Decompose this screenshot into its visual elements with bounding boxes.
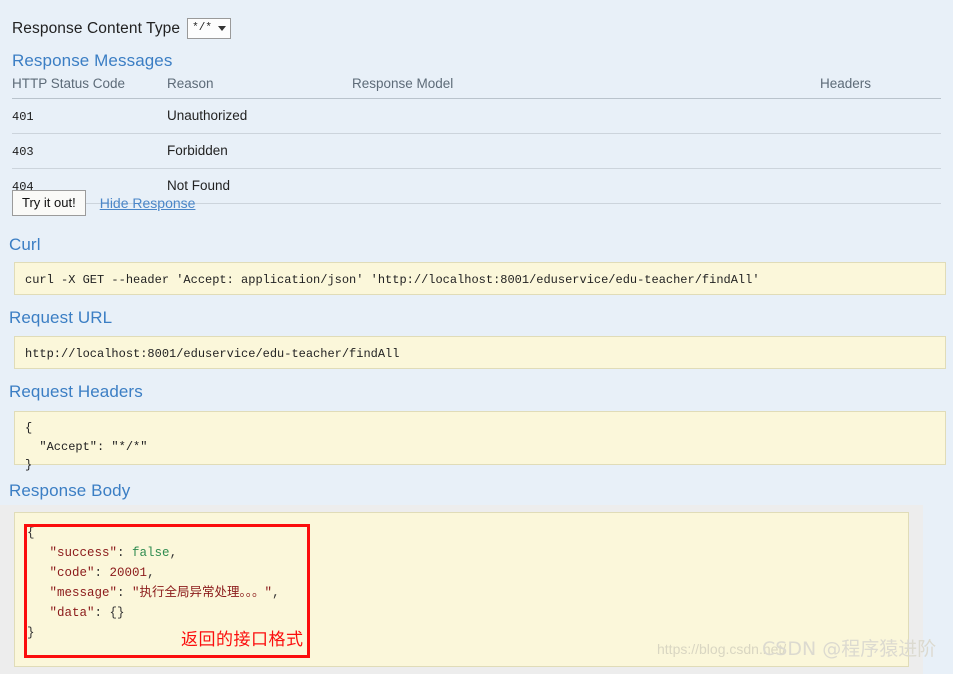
request-url-block[interactable]: http://localhost:8001/eduservice/edu-tea…: [14, 336, 946, 369]
column-header-response-model: Response Model: [352, 76, 820, 99]
cell-headers: [820, 98, 941, 134]
table-row: 403 Forbidden: [12, 133, 941, 169]
cell-reason: Forbidden: [167, 133, 352, 169]
watermark-brand: CSDN @程序猿进阶: [762, 638, 937, 660]
request-headers-heading: Request Headers: [9, 382, 143, 401]
json-open-brace: {: [27, 526, 35, 540]
column-header-status-code: HTTP Status Code: [12, 76, 167, 99]
response-content-type-label: Response Content Type: [12, 19, 181, 37]
json-value: "执行全局异常处理。。。": [132, 586, 273, 600]
json-separator: :: [94, 566, 110, 580]
json-value: 20001: [109, 566, 148, 580]
json-line: "code": 20001,: [27, 566, 155, 580]
column-header-reason: Reason: [167, 76, 352, 99]
json-separator: :: [117, 586, 133, 600]
json-comma: ,: [169, 546, 178, 560]
json-line: "data": {}: [27, 606, 125, 620]
table-row: 401 Unauthorized: [12, 98, 941, 134]
response-messages-table: HTTP Status Code Reason Response Model H…: [12, 76, 941, 204]
curl-command-block[interactable]: curl -X GET --header 'Accept: applicatio…: [14, 262, 946, 295]
cell-response-model: [352, 168, 820, 204]
json-key: "message": [49, 586, 118, 600]
column-header-headers: Headers: [820, 76, 941, 99]
json-close-brace: }: [27, 626, 35, 640]
json-separator: :: [94, 606, 110, 620]
json-line: "success": false,: [27, 546, 178, 560]
swagger-response-panel: Response Content Type */* Response Messa…: [0, 0, 953, 674]
json-value: {}: [109, 606, 125, 620]
cell-headers: [820, 168, 941, 204]
json-key: "data": [49, 606, 95, 620]
cell-status-code: 401: [12, 98, 167, 134]
json-comma: ,: [272, 586, 280, 600]
chevron-down-icon: [217, 25, 226, 31]
request-url-heading: Request URL: [9, 308, 113, 327]
response-body-heading: Response Body: [9, 481, 131, 500]
response-messages-heading: Response Messages: [12, 51, 173, 70]
response-content-type-select[interactable]: */*: [187, 18, 231, 39]
response-content-type-row: Response Content Type */*: [12, 18, 231, 39]
response-actions: Try it out! Hide Response: [12, 190, 195, 216]
json-separator: :: [117, 546, 133, 560]
hide-response-link[interactable]: Hide Response: [100, 195, 196, 211]
json-key: "success": [49, 546, 118, 560]
request-headers-block[interactable]: { "Accept": "*/*" }: [14, 411, 946, 472]
cell-reason: Unauthorized: [167, 98, 352, 134]
json-value: false: [132, 546, 170, 560]
annotation-text: 返回的接口格式: [181, 630, 304, 650]
curl-heading: Curl: [9, 235, 41, 254]
response-content-type-value: */*: [192, 21, 212, 34]
json-comma: ,: [147, 566, 155, 580]
try-it-out-button[interactable]: Try it out!: [12, 190, 86, 216]
cell-response-model: [352, 98, 820, 134]
cell-status-code: 403: [12, 133, 167, 169]
table-header-row: HTTP Status Code Reason Response Model H…: [12, 76, 941, 99]
cell-response-model: [352, 133, 820, 169]
json-key: "code": [49, 566, 95, 580]
cell-headers: [820, 133, 941, 169]
json-line: "message": "执行全局异常处理。。。",: [27, 586, 280, 600]
